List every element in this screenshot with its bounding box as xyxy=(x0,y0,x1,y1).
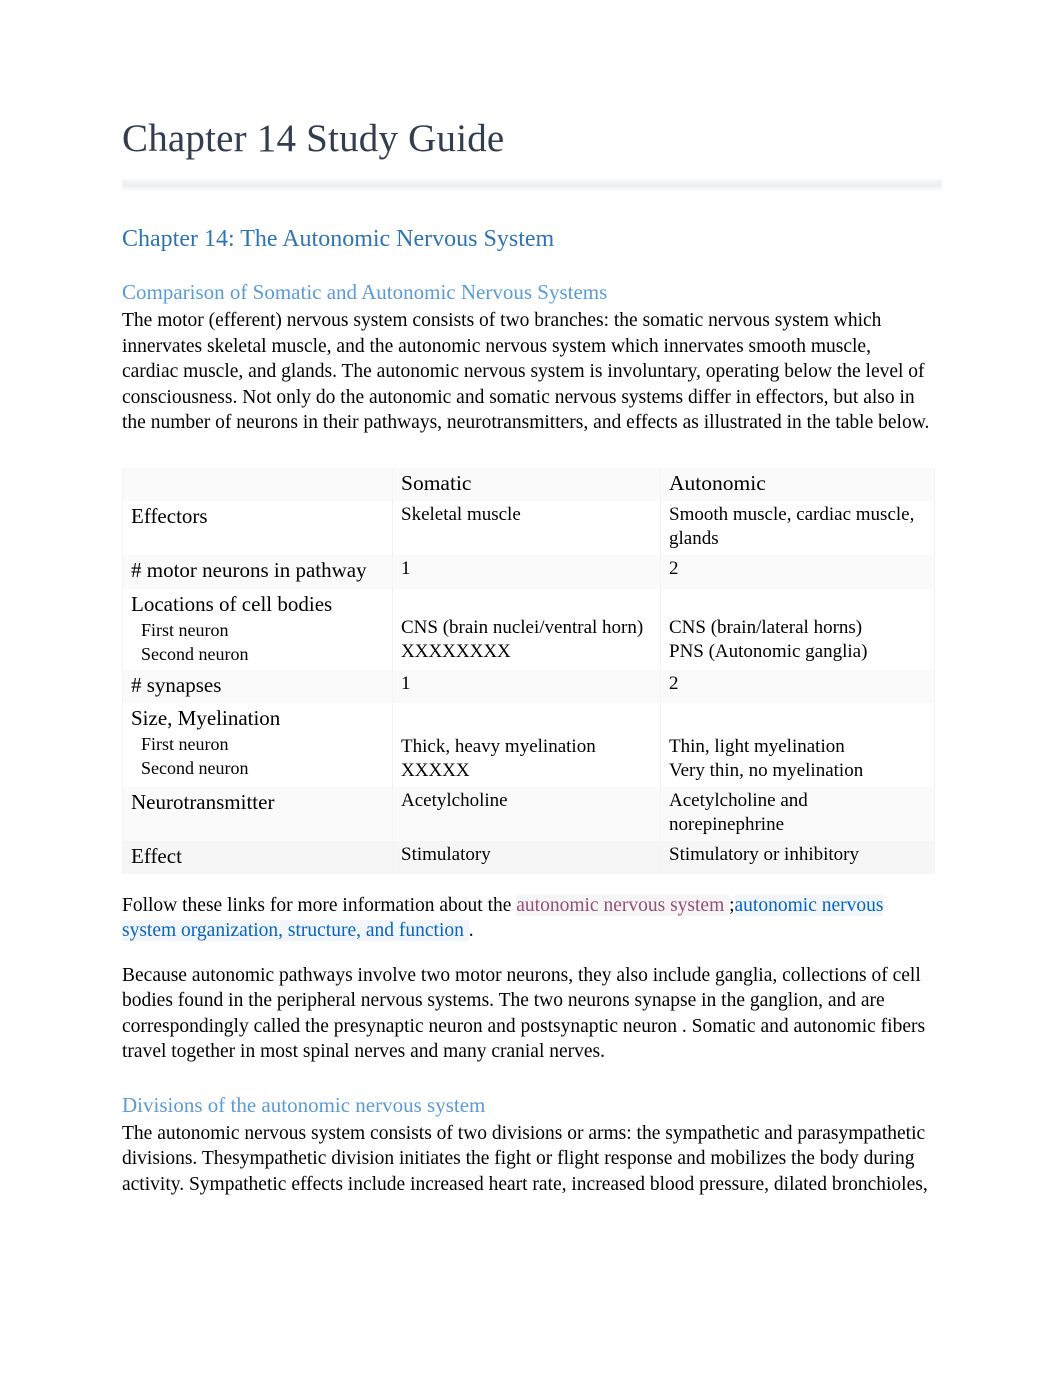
row-value-somatic-first: Thick, heavy myelination xyxy=(401,735,596,757)
table-cell-autonomic: 2 xyxy=(660,554,935,589)
table-cell-label: Locations of cell bodies First neuron Se… xyxy=(122,588,393,670)
row-value-somatic-second: XXXXXXXX xyxy=(401,640,511,662)
row-value-somatic: Stimulatory xyxy=(401,843,491,865)
row-value-somatic: 1 xyxy=(401,672,411,694)
row-label: Effect xyxy=(131,843,182,868)
paragraph-ganglia: Because autonomic pathways involve two m… xyxy=(122,964,926,1063)
document-page: Chapter 14 Study Guide Chapter 14: The A… xyxy=(0,0,1062,1377)
heading-comparison: Comparison of Somatic and Autonomic Nerv… xyxy=(122,279,608,304)
table-cell-autonomic: Thin, light myelination Very thin, no my… xyxy=(660,702,935,787)
row-value-autonomic: Stimulatory or inhibitory xyxy=(669,843,859,865)
table-header-cell-autonomic: Autonomic xyxy=(660,467,935,501)
table-cell-somatic: Skeletal muscle xyxy=(392,500,661,555)
table-header-label-somatic: Somatic xyxy=(401,470,472,495)
comparison-table: Somatic Autonomic Effectors Skeletal mus… xyxy=(122,467,935,874)
row-value-somatic: Skeletal muscle xyxy=(401,503,521,525)
table-row: Neurotransmitter Acetylcholine Acetylcho… xyxy=(122,786,935,841)
table-cell-label: # motor neurons in pathway xyxy=(122,554,393,589)
row-sublabel-second-neuron: Second neuron xyxy=(141,643,249,664)
table-row: Locations of cell bodies First neuron Se… xyxy=(122,588,935,670)
table-cell-somatic: Stimulatory xyxy=(392,840,661,874)
table-cell-autonomic: Smooth muscle, cardiac muscle, glands xyxy=(660,500,935,555)
heading-divisions: Divisions of the autonomic nervous syste… xyxy=(122,1092,486,1117)
title-divider xyxy=(122,178,942,192)
table-cell-autonomic: 2 xyxy=(660,669,935,703)
table-header-label-autonomic: Autonomic xyxy=(669,470,766,495)
table-row: Effect Stimulatory Stimulatory or inhibi… xyxy=(122,840,935,874)
table-cell-somatic: Thick, heavy myelination XXXXX xyxy=(392,702,661,787)
table-row: Size, Myelination First neuron Second ne… xyxy=(122,702,935,787)
row-sublabel-second-neuron: Second neuron xyxy=(141,757,249,778)
table-row: # synapses 1 2 xyxy=(122,669,935,703)
row-value-somatic-second: XXXXX xyxy=(401,759,470,781)
table-row: # motor neurons in pathway 1 2 xyxy=(122,554,935,589)
row-value-autonomic-first: CNS (brain/lateral horns) xyxy=(669,616,863,638)
table-cell-label: Size, Myelination First neuron Second ne… xyxy=(122,702,393,787)
link-autonomic-nervous-system[interactable]: autonomic nervous system xyxy=(516,894,730,916)
row-label: Size, Myelination xyxy=(131,705,281,730)
page-title: Chapter 14 Study Guide xyxy=(122,117,505,160)
row-value-autonomic-second: Very thin, no myelination xyxy=(669,759,864,781)
row-value-autonomic-first: Thin, light myelination xyxy=(669,735,845,757)
heading-chapter: Chapter 14: The Autonomic Nervous System xyxy=(122,226,555,253)
row-sublabel-first-neuron: First neuron xyxy=(141,733,229,754)
row-value-somatic: Acetylcholine xyxy=(401,789,508,811)
table-cell-autonomic: Stimulatory or inhibitory xyxy=(660,840,935,874)
document-content: Chapter 14 Study Guide Chapter 14: The A… xyxy=(122,117,942,1197)
table-cell-label: Effect xyxy=(122,840,393,874)
paragraph-links: Follow these links for more information … xyxy=(122,893,932,944)
comparison-table-wrapper: Somatic Autonomic Effectors Skeletal mus… xyxy=(122,467,935,874)
row-label: Locations of cell bodies xyxy=(131,591,333,616)
table-cell-somatic: Acetylcholine xyxy=(392,786,661,841)
table-cell-autonomic: Acetylcholine and norepinephrine xyxy=(660,786,935,841)
paragraph-comparison-intro: The motor (efferent) nervous system cons… xyxy=(122,310,930,434)
row-value-autonomic: Acetylcholine and norepinephrine xyxy=(669,789,808,835)
row-label: Effectors xyxy=(131,503,208,528)
links-separator: ; xyxy=(729,894,735,916)
table-row: Effectors Skeletal muscle Smooth muscle,… xyxy=(122,500,935,555)
table-header-cell-blank xyxy=(122,467,393,501)
table-cell-somatic: 1 xyxy=(392,554,661,589)
links-lead-text: Follow these links for more information … xyxy=(122,894,517,916)
row-value-somatic: 1 xyxy=(401,557,411,579)
table-cell-autonomic: CNS (brain/lateral horns) PNS (Autonomic… xyxy=(660,588,935,670)
paragraph-divisions: The autonomic nervous system consists of… xyxy=(122,1122,928,1195)
links-trailing-text: . xyxy=(468,920,474,942)
table-cell-somatic: 1 xyxy=(392,669,661,703)
table-header-row: Somatic Autonomic xyxy=(122,467,935,501)
table-header-cell-somatic: Somatic xyxy=(392,467,661,501)
row-label: Neurotransmitter xyxy=(131,789,275,814)
row-value-somatic-first: CNS (brain nuclei/ventral horn) xyxy=(401,616,644,638)
row-value-autonomic-second: PNS (Autonomic ganglia) xyxy=(669,640,868,662)
row-value-autonomic: 2 xyxy=(669,672,679,694)
table-cell-label: Neurotransmitter xyxy=(122,786,393,841)
row-value-autonomic: Smooth muscle, cardiac muscle, glands xyxy=(669,503,915,549)
row-value-autonomic: 2 xyxy=(669,557,679,579)
table-cell-somatic: CNS (brain nuclei/ventral horn) XXXXXXXX xyxy=(392,588,661,670)
row-label: # synapses xyxy=(131,672,222,697)
row-label: # motor neurons in pathway xyxy=(131,557,367,582)
table-cell-label: Effectors xyxy=(122,500,393,555)
table-cell-label: # synapses xyxy=(122,669,393,703)
row-sublabel-first-neuron: First neuron xyxy=(141,619,229,640)
